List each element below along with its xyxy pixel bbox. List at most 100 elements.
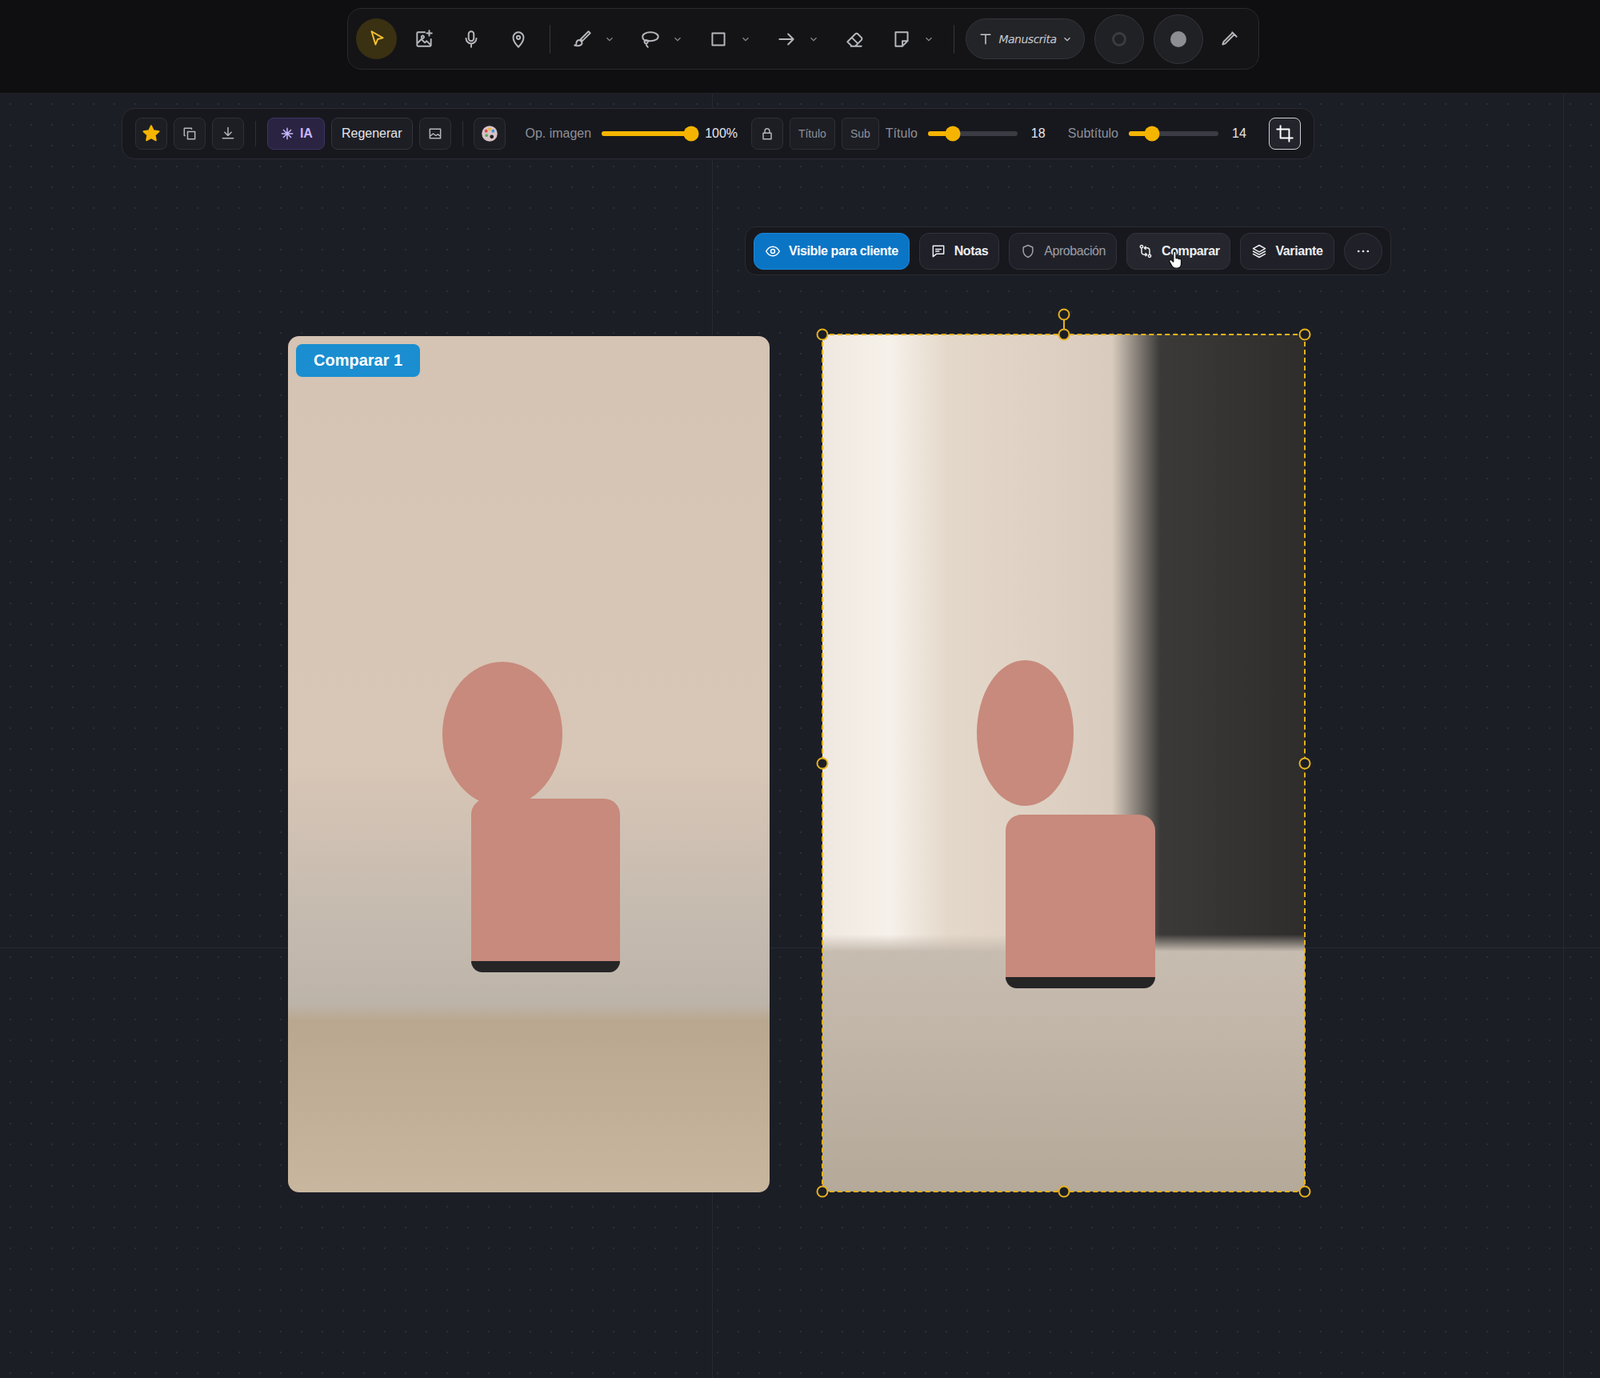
sticky-note-icon <box>891 28 912 50</box>
chat-action-button[interactable]: Notas <box>919 232 1000 270</box>
rotate-handle[interactable] <box>1057 308 1070 321</box>
chevron-down-icon[interactable] <box>808 33 820 45</box>
tool-item <box>403 18 444 60</box>
slider-thumb[interactable] <box>1144 126 1160 142</box>
slider-thumb[interactable] <box>945 126 961 142</box>
palette-button[interactable] <box>473 117 506 150</box>
lasso-tool-button[interactable] <box>629 18 671 60</box>
lock-button[interactable] <box>751 117 784 150</box>
image-button[interactable] <box>419 117 452 150</box>
shield-icon <box>1020 243 1036 260</box>
rectangle-tool-button[interactable] <box>697 18 739 60</box>
text-toggle-button[interactable]: Título <box>789 117 836 150</box>
ai-button[interactable]: IA <box>267 117 325 150</box>
text-icon <box>977 31 994 48</box>
download-button[interactable] <box>212 117 244 150</box>
more-button[interactable] <box>1344 232 1383 270</box>
slider-thumb[interactable] <box>684 126 700 142</box>
image-opacity-slider[interactable] <box>594 124 699 143</box>
regenerate-button[interactable]: Regenerar <box>331 117 413 150</box>
layers-icon <box>1251 243 1268 260</box>
subtitle-size-slider[interactable] <box>1121 124 1226 143</box>
subtitle-size-label: Subtítulo <box>1068 126 1119 141</box>
cursor-tool-button[interactable] <box>356 18 397 60</box>
lock-icon <box>759 125 776 142</box>
image-opacity-label: Op. imagen <box>524 126 592 141</box>
eye-action-button[interactable]: Visible para cliente <box>753 232 910 270</box>
image-card[interactable]: Comparar 1 <box>288 336 770 1192</box>
subtitle-size-value: 14 <box>1232 126 1253 141</box>
tool-item <box>561 18 624 60</box>
title-size-slider[interactable] <box>920 124 1025 143</box>
image-add-icon <box>413 28 435 50</box>
tool-item <box>697 18 760 60</box>
chair-back <box>976 660 1074 806</box>
brush-tool-button[interactable] <box>561 18 603 60</box>
arrow-icon <box>776 28 797 50</box>
rectangle-icon <box>708 28 729 50</box>
palette-icon <box>479 123 500 144</box>
eraser-tool-button[interactable] <box>833 18 875 60</box>
chair-back <box>442 661 564 808</box>
sticky-note-tool-button[interactable] <box>880 18 922 60</box>
resize-handle[interactable] <box>1299 1185 1312 1198</box>
chair-seat <box>1005 814 1156 988</box>
text-toggle-button[interactable]: Sub <box>841 117 880 150</box>
copy-icon <box>181 125 198 142</box>
image-add-tool-button[interactable] <box>403 18 444 60</box>
eyedropper-button[interactable] <box>1209 18 1251 60</box>
resize-handle[interactable] <box>1057 1185 1070 1198</box>
layers-action-button[interactable]: Variante <box>1240 232 1334 270</box>
tool-toolbar: Manuscrita <box>347 8 1259 70</box>
compare-action-button[interactable]: Comparar <box>1126 232 1231 270</box>
map-pin-icon <box>508 28 529 50</box>
tool-item <box>450 18 492 60</box>
lasso-icon <box>640 28 661 50</box>
arrow-tool-button[interactable] <box>765 18 807 60</box>
top-bar: Manuscrita <box>0 0 1600 94</box>
chat-icon <box>930 243 947 260</box>
chevron-down-icon <box>1061 33 1073 45</box>
resize-handle[interactable] <box>816 756 829 769</box>
eye-icon <box>764 243 781 260</box>
properties-bar: IA Regenerar Op. imagen 100% TítuloSub T… <box>121 108 1315 160</box>
toolbar-separator <box>549 24 551 54</box>
slider-fill <box>601 131 692 136</box>
ring-color-swatch[interactable] <box>1094 14 1144 64</box>
microphone-tool-button[interactable] <box>450 18 492 60</box>
tool-item <box>833 18 875 60</box>
microphone-icon <box>460 28 482 50</box>
resize-handle[interactable] <box>816 328 829 341</box>
favorite-button[interactable] <box>135 117 168 150</box>
stroke-color-dot <box>1112 32 1127 47</box>
action-button-label: Notas <box>954 244 988 259</box>
canvas[interactable]: IA Regenerar Op. imagen 100% TítuloSub T… <box>0 93 1600 1378</box>
chevron-down-icon[interactable] <box>923 33 935 45</box>
ai-button-label: IA <box>300 126 313 141</box>
separator <box>255 120 256 147</box>
resize-handle[interactable] <box>1299 328 1312 341</box>
shield-action-button[interactable]: Aprobación <box>1008 232 1117 270</box>
eyedropper-icon <box>1219 28 1240 50</box>
resize-handle[interactable] <box>1057 328 1070 341</box>
slider-track <box>601 131 692 136</box>
map-pin-tool-button[interactable] <box>497 18 539 60</box>
pointer-hand-icon <box>1165 249 1187 271</box>
selection-frame <box>821 333 1306 1192</box>
image-card[interactable] <box>822 334 1305 1192</box>
font-select[interactable]: Manuscrita <box>965 18 1084 60</box>
fill-color-swatch[interactable] <box>1153 14 1204 64</box>
app: Manuscrita IA Regenerar Op. imagen 100% … <box>0 0 1600 1378</box>
tool-item <box>880 18 943 60</box>
chevron-down-icon[interactable] <box>672 33 684 45</box>
chevron-down-icon[interactable] <box>740 33 752 45</box>
chevron-down-icon[interactable] <box>604 33 616 45</box>
crop-button[interactable] <box>1268 117 1301 150</box>
duplicate-button[interactable] <box>173 117 206 150</box>
action-bar: Visible para cliente Notas Aprobación Co… <box>744 226 1392 276</box>
resize-handle[interactable] <box>1299 756 1312 769</box>
compare-badge: Comparar 1 <box>296 344 420 377</box>
compare-icon <box>1137 243 1154 260</box>
resize-handle[interactable] <box>816 1185 829 1198</box>
chair-seat <box>471 798 621 972</box>
